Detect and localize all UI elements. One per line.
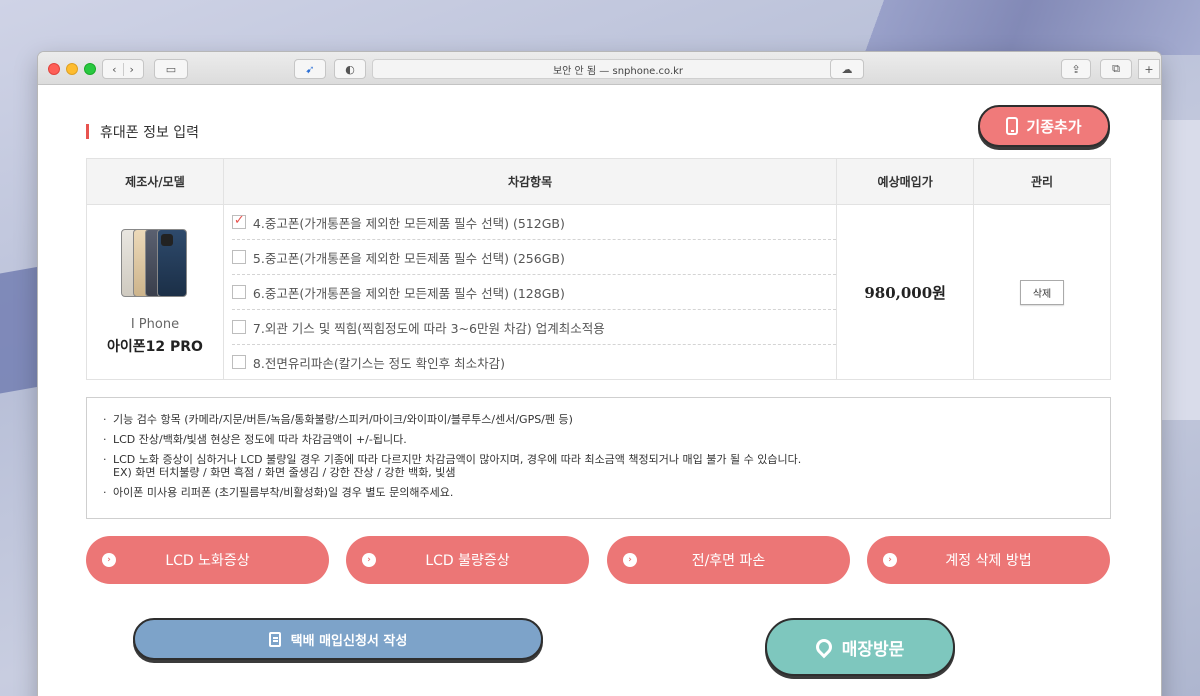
model-maker: I Phone (130, 316, 180, 332)
location-pin-icon (812, 635, 836, 659)
notice-box: 기능 검수 항목 (카메라/지문/버튼/녹음/통화불량/스피커/마이크/와이파이… (86, 397, 1111, 519)
deduction-label: 5.중고폰(가개통폰을 제외한 모든제품 필수 선택) (256GB) (252, 250, 565, 266)
lcd-defect-button[interactable]: › LCD 불량증상 (346, 536, 589, 584)
deduction-checkbox[interactable] (231, 285, 246, 299)
browser-toolbar: ‹ › ▭ ➹ ◐ 보안 안 됨 — snphone.co.kr ↻ ☁ ⇪ ⧉… (38, 52, 1161, 85)
deduction-label: 4.중고폰(가개통폰을 제외한 모든제품 필수 선택) (512GB) (252, 215, 565, 231)
deduction-item[interactable]: 7.외관 기스 및 찍힘(찍힘정도에 따라 3~6만원 차감) 업계최소적용 (231, 310, 837, 345)
table-row: I Phone 아이폰12 PRO 4.중고폰(가개통폰을 제외한 모든제품 필… (86, 204, 1111, 380)
document-icon (268, 631, 281, 647)
notice-example: EX) 화면 터치불량 / 화면 흑점 / 화면 줄생김 / 강한 잔상 / 강… (113, 466, 456, 479)
arrow-right-icon: › (102, 553, 116, 567)
expected-price: 980,000원 (864, 283, 946, 302)
page-content: 휴대폰 정보 입력 기종추가 제조사/모델 차감항목 예상매입가 관리 I Ph… (38, 86, 1161, 696)
header-manage: 관리 (973, 158, 1111, 205)
deduction-item[interactable]: 8.전면유리파손(칼기스는 정도 확인후 최소차감) (231, 345, 836, 379)
browser-window: ‹ › ▭ ➹ ◐ 보안 안 됨 — snphone.co.kr ↻ ☁ ⇪ ⧉… (38, 52, 1161, 696)
notice-item: 기능 검수 항목 (카메라/지문/버튼/녹음/통화불량/스피커/마이크/와이파이… (101, 413, 1096, 426)
share-icon[interactable]: ⇪ (1061, 59, 1091, 79)
arrow-right-icon: › (362, 553, 376, 567)
chevron-left-icon[interactable]: ‹ (106, 62, 124, 76)
phone-image (120, 228, 189, 299)
header-model: 제조사/모델 (86, 158, 224, 205)
deduction-list[interactable]: 4.중고폰(가개통폰을 제외한 모든제품 필수 선택) (512GB) 5.중고… (224, 205, 837, 379)
site-favicon-icon[interactable]: ➹ (294, 59, 326, 79)
deduction-checkbox[interactable] (231, 250, 246, 264)
account-delete-button[interactable]: › 계정 삭제 방법 (867, 536, 1110, 584)
notice-item: 아이폰 미사용 리퍼폰 (초기필름부착/비활성화)일 경우 별도 문의해주세요. (101, 486, 1096, 499)
deduction-checkbox[interactable] (231, 320, 246, 334)
deduction-item[interactable]: 5.중고폰(가개통폰을 제외한 모든제품 필수 선택) (256GB) (231, 240, 837, 275)
zoom-window-button[interactable] (84, 63, 96, 75)
header-deductions: 차감항목 (222, 158, 838, 205)
info-button-label: LCD 노화증상 (165, 553, 250, 569)
header-price: 예상매입가 (836, 158, 975, 205)
model-name: 아이폰12 PRO (106, 338, 203, 355)
section-title: 휴대폰 정보 입력 (86, 122, 199, 142)
delivery-label: 택배 매입신청서 작성 (290, 633, 408, 649)
info-button-label: LCD 불량증상 (425, 553, 510, 569)
model-cell: I Phone 아이폰12 PRO (86, 204, 224, 380)
deduction-label: 7.외관 기스 및 찍힘(찍힘정도에 따라 3~6만원 차감) 업계최소적용 (252, 320, 605, 336)
close-window-button[interactable] (48, 63, 60, 75)
manage-cell: 삭제 (973, 204, 1111, 380)
visit-label: 매장방문 (841, 639, 905, 660)
address-bar[interactable]: 보안 안 됨 — snphone.co.kr ↻ (372, 59, 864, 79)
notice-item: LCD 노화 증상이 심하거나 LCD 불량일 경우 기종에 따라 다르지만 차… (101, 453, 1096, 479)
deduction-item[interactable]: 6.중고폰(가개통폰을 제외한 모든제품 필수 선택) (128GB) (231, 275, 837, 310)
deduction-label: 8.전면유리파손(칼기스는 정도 확인후 최소차감) (252, 355, 506, 371)
address-text: 보안 안 됨 — snphone.co.kr (552, 65, 684, 77)
minimize-window-button[interactable] (66, 63, 78, 75)
deduction-cell: 4.중고폰(가개통폰을 제외한 모든제품 필수 선택) (512GB) 5.중고… (222, 204, 838, 380)
info-button-label: 계정 삭제 방법 (945, 553, 1032, 569)
phone-info-table: 제조사/모델 차감항목 예상매입가 관리 I Phone 아이폰12 PRO ✓… (86, 158, 1111, 380)
delete-button[interactable]: 삭제 (1019, 279, 1065, 305)
back-forward-buttons[interactable]: ‹ › (102, 59, 144, 79)
price-cell: 980,000원 (836, 204, 975, 380)
add-model-button[interactable]: 기종추가 (978, 105, 1110, 147)
delivery-application-button[interactable]: 택배 매입신청서 작성 (133, 618, 543, 660)
background-shape (740, 0, 1200, 55)
deduction-item[interactable]: 4.중고폰(가개통폰을 제외한 모든제품 필수 선택) (512GB) (231, 205, 837, 240)
add-model-label: 기종추가 (1026, 117, 1082, 136)
sidebar-icon[interactable]: ▭ (154, 59, 188, 79)
arrow-right-icon: › (623, 553, 637, 567)
notice-text: LCD 노화 증상이 심하거나 LCD 불량일 경우 기종에 따라 다르지만 차… (113, 453, 802, 466)
chevron-right-icon[interactable]: › (124, 63, 140, 76)
damage-button[interactable]: › 전/후면 파손 (607, 536, 850, 584)
store-visit-button[interactable]: 매장방문 (765, 618, 955, 676)
deduction-checkbox[interactable] (231, 355, 246, 369)
lcd-aging-button[interactable]: › LCD 노화증상 (86, 536, 329, 584)
arrow-right-icon: › (883, 553, 897, 567)
cloud-icon[interactable]: ☁ (830, 59, 864, 79)
notice-item: LCD 잔상/백화/빛샘 현상은 정도에 따라 차감금액이 +/-됩니다. (101, 433, 1096, 446)
deduction-label: 6.중고폰(가개통폰을 제외한 모든제품 필수 선택) (128GB) (252, 285, 565, 301)
new-tab-icon[interactable]: + (1138, 59, 1160, 79)
phone-icon (1006, 117, 1019, 135)
deduction-checkbox[interactable] (231, 213, 246, 229)
tabs-overview-icon[interactable]: ⧉ (1100, 59, 1132, 79)
shield-icon[interactable]: ◐ (334, 59, 366, 79)
info-button-label: 전/후면 파손 (691, 553, 766, 569)
